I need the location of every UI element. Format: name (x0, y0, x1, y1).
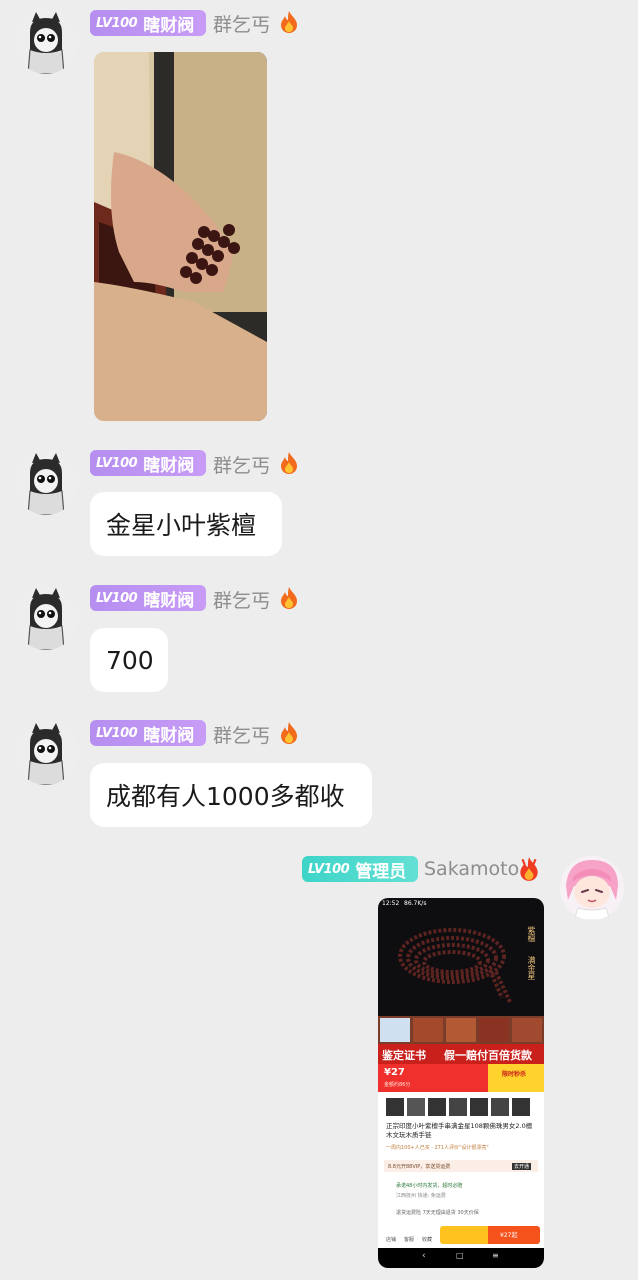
guarantee-text: 退货运费险 7天无理由退货 30天价保 (396, 1210, 479, 1216)
message-bubble[interactable]: 金星小叶紫檀 (90, 492, 282, 556)
level-label: LV100 (308, 861, 350, 877)
level-badge: LV100 管理员 (302, 856, 418, 882)
level-label: LV100 (96, 455, 138, 471)
fire-icon (281, 11, 297, 33)
nav-home-icon: □ (456, 1251, 464, 1260)
sender-name[interactable]: 群乞丐 (213, 721, 270, 748)
level-badge: LV100 瞎财阀 (90, 10, 206, 36)
nav-shop: 店铺 (386, 1237, 397, 1243)
sender-name[interactable]: 群乞丐 (213, 586, 270, 613)
status-speed: 86.7K/s (404, 900, 427, 907)
group-title: 瞎财阀 (143, 455, 195, 476)
group-title: 瞎财阀 (143, 15, 195, 36)
product-title: 正宗印度小叶紫檀手串满金星108颗佛珠男女2.0檀木文玩木质手链 (386, 1122, 533, 1139)
banner-right-text: 假一赔付百倍货款 (444, 1049, 532, 1062)
group-title: 瞎财阀 (143, 725, 195, 746)
sender-name[interactable]: Sakamoto (424, 858, 519, 880)
avatar[interactable] (14, 586, 78, 650)
group-title: 瞎财阀 (143, 590, 195, 611)
level-badge: LV100 瞎财阀 (90, 720, 206, 746)
vip-text: 8.8元开88VIP，享送货运费 (388, 1164, 451, 1170)
message-bubble[interactable]: 成都有人1000多都收 (90, 763, 372, 827)
status-time: 12:52 (382, 900, 400, 907)
price: ¥27 (384, 1067, 405, 1078)
avatar[interactable] (14, 451, 78, 515)
promo-label: 限时秒杀 (502, 1071, 527, 1078)
fire-icon (281, 587, 297, 609)
price-sub: 金额约86分 (384, 1082, 411, 1088)
nav-favorite: 收藏 (422, 1237, 433, 1243)
sender-name[interactable]: 群乞丐 (213, 451, 270, 478)
avatar[interactable] (14, 10, 78, 74)
buy-price: ¥27起 (500, 1232, 518, 1239)
fire-icon (520, 857, 538, 881)
location-text: 江西抚州 快递: 免运费 (396, 1193, 446, 1199)
nav-service: 客服 (404, 1237, 415, 1243)
product-side-text-2: 满金星 (527, 956, 536, 980)
product-side-text-1: 紫檀 (527, 926, 536, 942)
avatar[interactable] (14, 721, 78, 785)
chat-image-product-screenshot[interactable]: 12:52 86.7K/s 紫檀 满金星 鉴定证书 假一赔付百倍货款 ¥27 金… (378, 898, 544, 1268)
avatar[interactable] (560, 856, 624, 920)
service-text: 承诺48小时内发货，超时必赔 (396, 1183, 463, 1189)
fire-icon (281, 452, 297, 474)
message-bubble[interactable]: 700 (90, 628, 168, 692)
sender-name[interactable]: 群乞丐 (213, 10, 270, 37)
level-badge: LV100 瞎财阀 (90, 450, 206, 476)
level-badge: LV100 瞎财阀 (90, 585, 206, 611)
vip-button: 去开通 (512, 1163, 532, 1170)
product-sub: 一周内100+人已买 · 271人评价"设计很漂亮" (386, 1145, 489, 1151)
nav-back-icon: ‹ (422, 1251, 426, 1261)
chat-image-bracelet-photo[interactable] (94, 52, 267, 421)
group-title: 管理员 (355, 861, 407, 882)
nav-menu-icon: ≡ (492, 1251, 499, 1260)
fire-icon (281, 722, 297, 744)
thumbnail-strip (378, 1016, 544, 1044)
banner-left-text: 鉴定证书 (382, 1049, 426, 1062)
level-label: LV100 (96, 725, 138, 741)
level-label: LV100 (96, 590, 138, 606)
level-label: LV100 (96, 15, 138, 31)
